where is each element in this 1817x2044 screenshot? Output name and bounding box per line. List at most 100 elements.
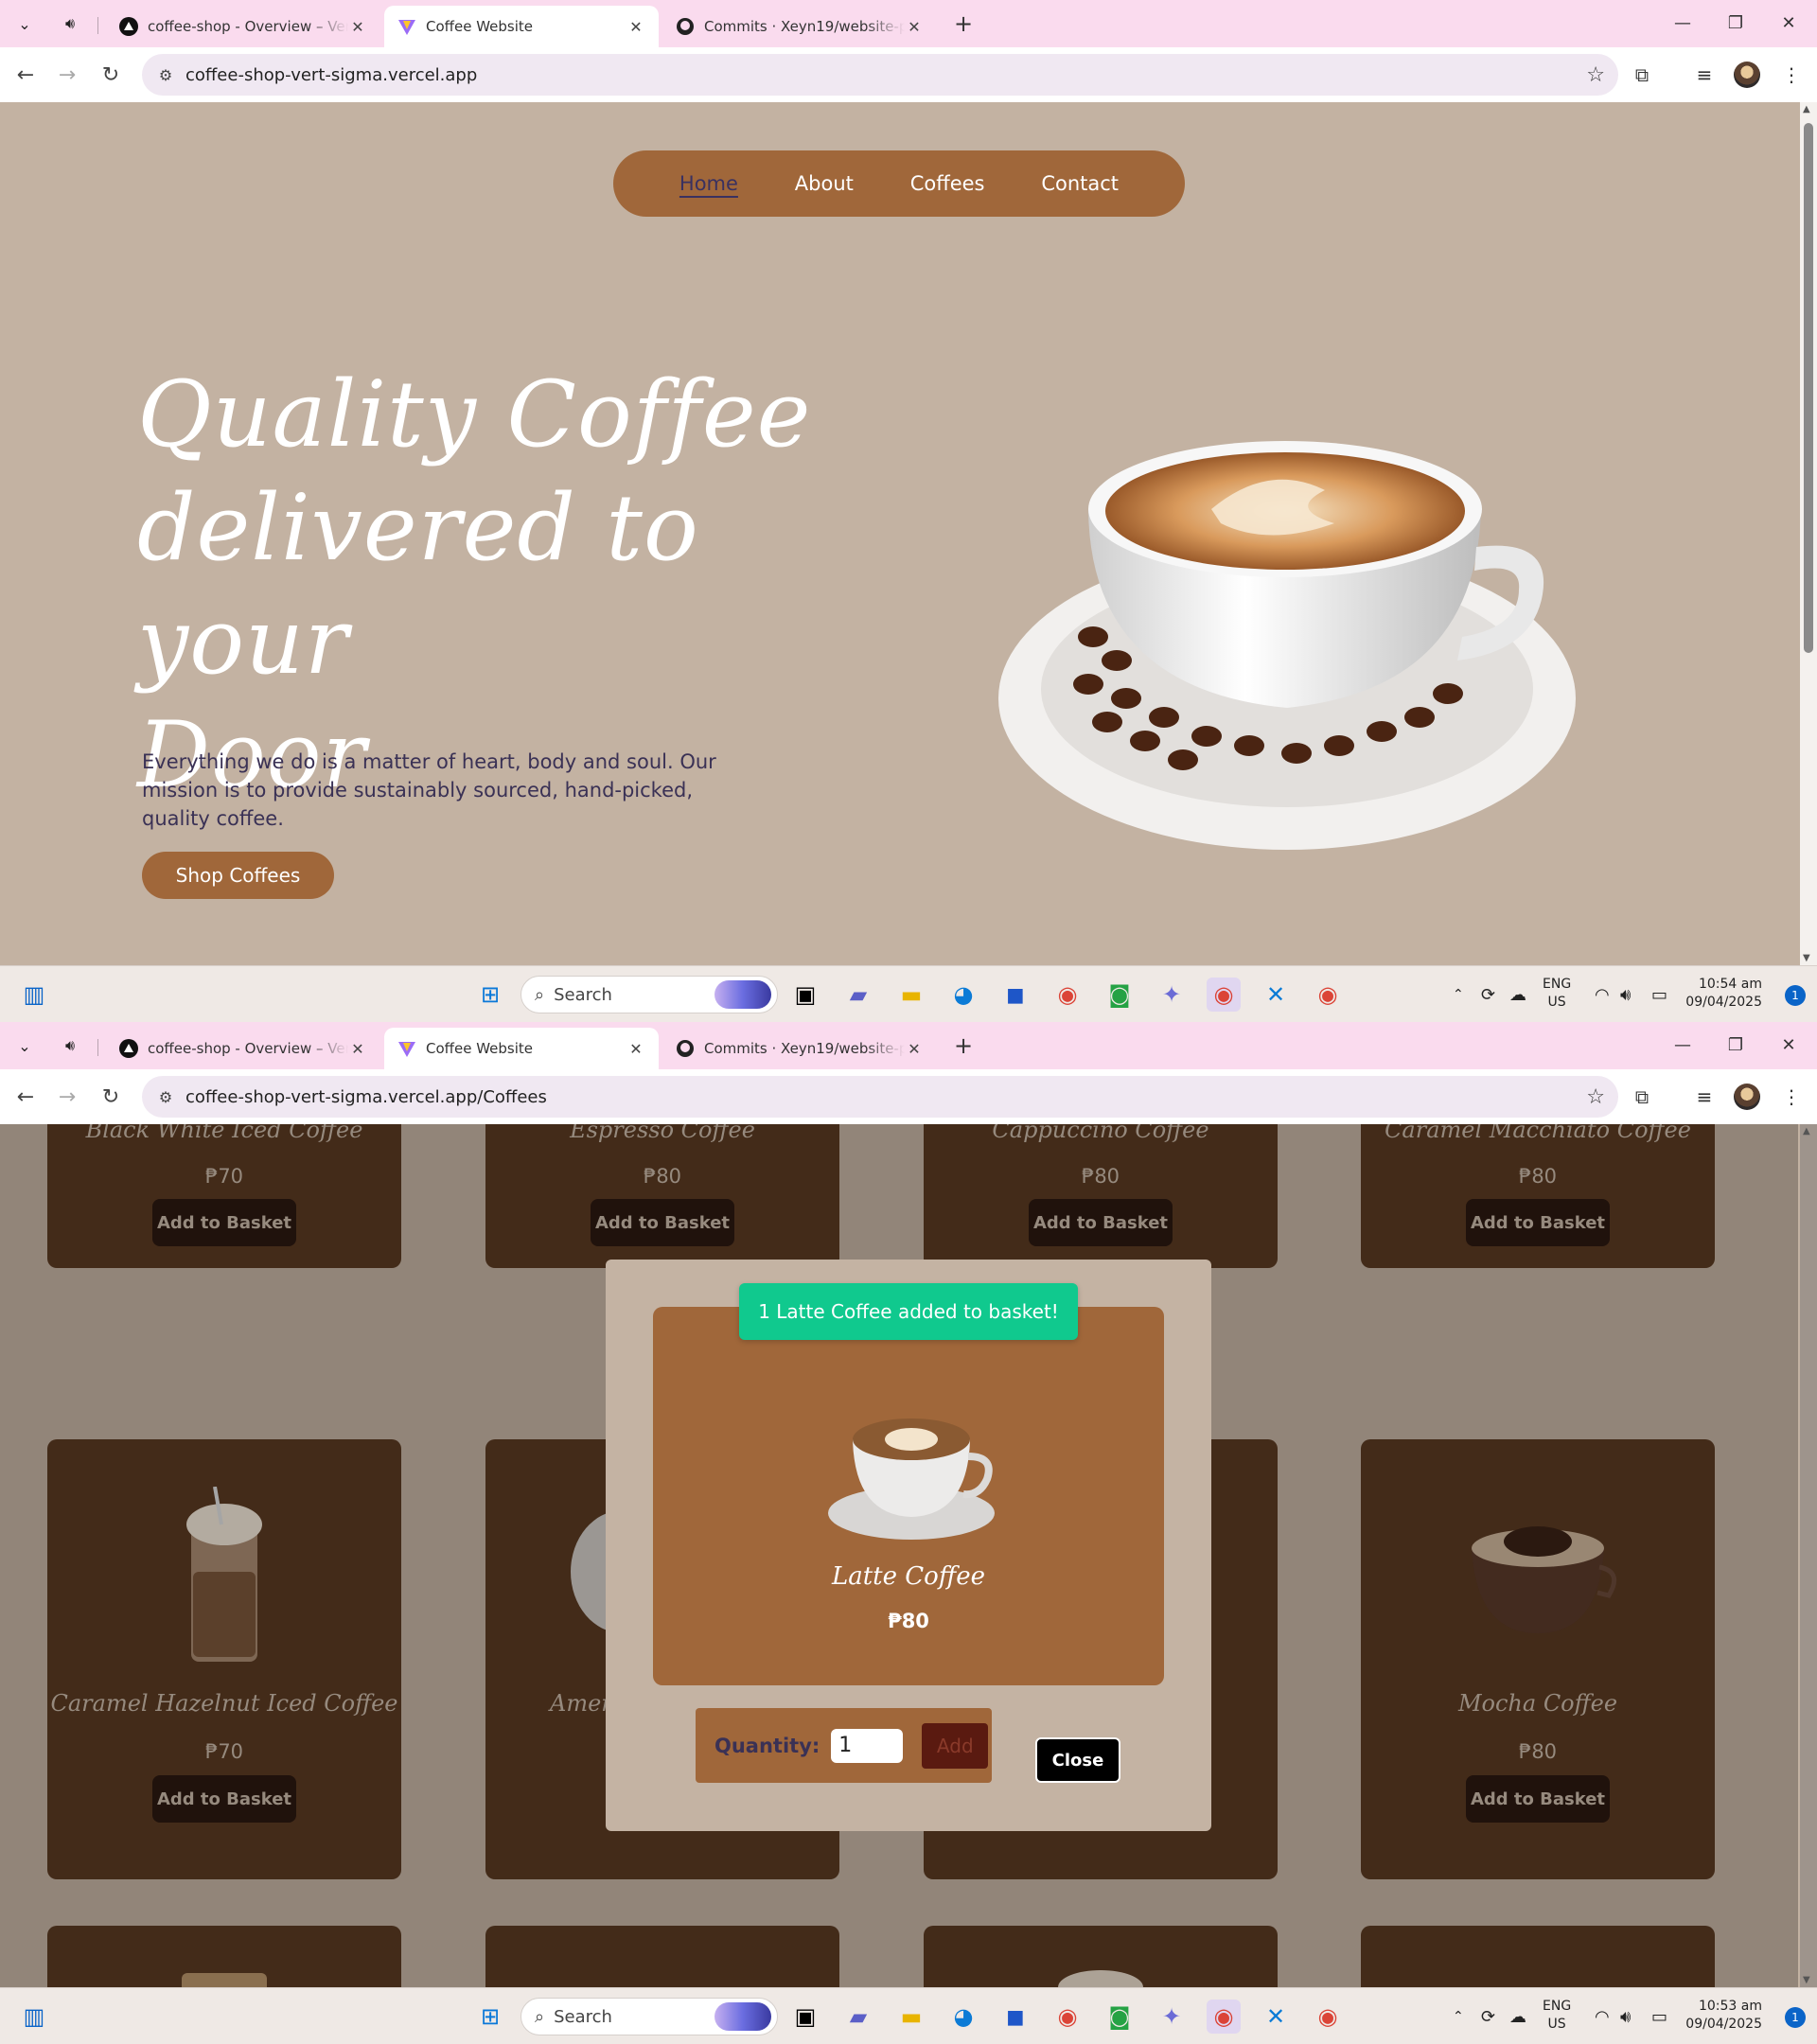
add-to-basket-button[interactable]: Add to Basket bbox=[1466, 1199, 1610, 1246]
page-scrollbar[interactable]: ▲ ▼ bbox=[1800, 102, 1817, 965]
widgets-icon[interactable]: ▥ bbox=[17, 978, 51, 1012]
extensions-icon[interactable]: ⧉ bbox=[1628, 61, 1656, 89]
start-icon[interactable]: ⊞ bbox=[473, 2000, 507, 2034]
shop-coffees-button[interactable]: Shop Coffees bbox=[142, 852, 334, 899]
close-modal-button[interactable]: Close bbox=[1035, 1737, 1120, 1783]
vscode-icon[interactable]: ✕ bbox=[1259, 978, 1293, 1012]
wifi-icon[interactable]: ◠ bbox=[1595, 1988, 1610, 2044]
language-indicator[interactable]: ENG US bbox=[1543, 1998, 1571, 2034]
scroll-down-icon[interactable]: ▼ bbox=[1803, 953, 1810, 963]
site-info-icon[interactable]: ⚙︎ bbox=[153, 1084, 178, 1109]
restore-icon[interactable]: ❐ bbox=[1709, 6, 1762, 40]
chrome-profile-icon[interactable]: ◉ bbox=[1207, 978, 1241, 1012]
whatsapp-icon[interactable]: ◙ bbox=[1103, 2000, 1137, 2034]
task-view-icon[interactable]: ▣ bbox=[788, 978, 822, 1012]
reload-icon[interactable]: ↻ bbox=[97, 61, 125, 89]
chrome-alt-icon[interactable]: ◉ bbox=[1311, 978, 1345, 1012]
cloud-icon[interactable]: ☁ bbox=[1509, 966, 1526, 1022]
menu-icon[interactable]: ⋮ bbox=[1777, 1083, 1806, 1111]
close-window-icon[interactable]: ✕ bbox=[1762, 1028, 1815, 1062]
close-tab-icon[interactable]: ✕ bbox=[905, 1040, 924, 1058]
whatsapp-icon[interactable]: ◙ bbox=[1103, 978, 1137, 1012]
add-to-basket-button[interactable]: Add to Basket bbox=[1029, 1199, 1173, 1246]
tab-vercel[interactable]: coffee-shop - Overview – Vercel ✕ bbox=[106, 1028, 380, 1069]
start-icon[interactable]: ⊞ bbox=[473, 978, 507, 1012]
tab-coffee-website[interactable]: Coffee Website ✕ bbox=[384, 6, 659, 47]
close-tab-icon[interactable]: ✕ bbox=[348, 18, 367, 36]
tab-search-icon[interactable]: ⌄ bbox=[9, 9, 40, 38]
media-icon[interactable]: ≡ bbox=[1690, 61, 1719, 89]
scroll-up-icon[interactable]: ▲ bbox=[1803, 104, 1810, 115]
chat-icon[interactable]: ▰ bbox=[841, 978, 875, 1012]
notification-badge[interactable]: 1 bbox=[1785, 2007, 1806, 2028]
wifi-icon[interactable]: ◠ bbox=[1595, 966, 1610, 1022]
tab-github[interactable]: Commits · Xeyn19/website-portfolio ✕ bbox=[662, 6, 937, 47]
sync-icon[interactable]: ⟳ bbox=[1481, 966, 1495, 1022]
restore-icon[interactable]: ❐ bbox=[1709, 1028, 1762, 1062]
menu-icon[interactable]: ⋮ bbox=[1777, 61, 1806, 89]
add-to-basket-button[interactable]: Add to Basket bbox=[591, 1199, 734, 1246]
back-icon[interactable]: ← bbox=[11, 1083, 40, 1111]
file-explorer-icon[interactable]: ▬ bbox=[894, 2000, 928, 2034]
copilot-icon[interactable]: ✦ bbox=[1155, 2000, 1189, 2034]
chrome-icon[interactable]: ◉ bbox=[1050, 978, 1085, 1012]
minimize-icon[interactable]: — bbox=[1656, 1028, 1709, 1062]
language-indicator[interactable]: ENG US bbox=[1543, 976, 1571, 1012]
audio-icon[interactable]: 🔊︎ bbox=[55, 1031, 85, 1060]
close-tab-icon[interactable]: ✕ bbox=[348, 1040, 367, 1058]
add-button[interactable]: Add bbox=[922, 1722, 989, 1769]
chat-icon[interactable]: ▰ bbox=[841, 2000, 875, 2034]
extensions-icon[interactable]: ⧉ bbox=[1628, 1083, 1656, 1111]
add-to-basket-button[interactable]: Add to Basket bbox=[152, 1775, 296, 1823]
sync-icon[interactable]: ⟳ bbox=[1481, 1988, 1495, 2044]
scroll-thumb[interactable] bbox=[1804, 123, 1813, 653]
battery-icon[interactable]: ▭ bbox=[1651, 966, 1667, 1022]
copilot-icon[interactable]: ✦ bbox=[1155, 978, 1189, 1012]
scroll-up-icon[interactable]: ▲ bbox=[1803, 1126, 1810, 1137]
new-tab-icon[interactable]: + bbox=[949, 9, 978, 38]
tab-vercel[interactable]: coffee-shop - Overview – Vercel ✕ bbox=[106, 6, 380, 47]
tray-overflow-icon[interactable]: ⌃ bbox=[1453, 1988, 1464, 2044]
store-icon[interactable]: ◼ bbox=[998, 978, 1032, 1012]
add-to-basket-button[interactable]: Add to Basket bbox=[1466, 1775, 1610, 1823]
bookmark-star-icon[interactable]: ☆ bbox=[1586, 63, 1605, 87]
back-icon[interactable]: ← bbox=[11, 61, 40, 89]
widgets-icon[interactable]: ▥ bbox=[17, 2000, 51, 2034]
file-explorer-icon[interactable]: ▬ bbox=[894, 978, 928, 1012]
close-window-icon[interactable]: ✕ bbox=[1762, 6, 1815, 40]
clock[interactable]: 10:53 am 09/04/2025 bbox=[1685, 1998, 1762, 2034]
vscode-icon[interactable]: ✕ bbox=[1259, 2000, 1293, 2034]
task-view-icon[interactable]: ▣ bbox=[788, 2000, 822, 2034]
tray-overflow-icon[interactable]: ⌃ bbox=[1453, 966, 1464, 1022]
nav-home[interactable]: Home bbox=[679, 172, 738, 195]
minimize-icon[interactable]: — bbox=[1656, 6, 1709, 40]
profile-avatar[interactable] bbox=[1734, 62, 1760, 88]
media-icon[interactable]: ≡ bbox=[1690, 1083, 1719, 1111]
scroll-down-icon[interactable]: ▼ bbox=[1803, 1975, 1810, 1985]
audio-icon[interactable]: 🔊︎ bbox=[55, 9, 85, 38]
tab-search-icon[interactable]: ⌄ bbox=[9, 1031, 40, 1060]
address-bar[interactable]: ⚙︎ coffee-shop-vert-sigma.vercel.app/Cof… bbox=[142, 1076, 1618, 1118]
tab-coffee-website[interactable]: Coffee Website ✕ bbox=[384, 1028, 659, 1069]
forward-icon[interactable]: → bbox=[53, 1083, 81, 1111]
address-bar[interactable]: ⚙︎ coffee-shop-vert-sigma.vercel.app ☆ bbox=[142, 54, 1618, 96]
battery-icon[interactable]: ▭ bbox=[1651, 1988, 1667, 2044]
store-icon[interactable]: ◼ bbox=[998, 2000, 1032, 2034]
clock[interactable]: 10:54 am 09/04/2025 bbox=[1685, 976, 1762, 1012]
nav-coffees[interactable]: Coffees bbox=[910, 172, 985, 195]
reload-icon[interactable]: ↻ bbox=[97, 1083, 125, 1111]
tab-github[interactable]: Commits · Xeyn19/website-portfolio ✕ bbox=[662, 1028, 937, 1069]
chrome-icon[interactable]: ◉ bbox=[1050, 2000, 1085, 2034]
new-tab-icon[interactable]: + bbox=[949, 1031, 978, 1060]
volume-icon[interactable]: 🔊︎ bbox=[1620, 1988, 1631, 2044]
quantity-input[interactable] bbox=[831, 1728, 904, 1763]
taskbar-search[interactable]: ⌕ Search bbox=[520, 976, 778, 1013]
site-info-icon[interactable]: ⚙︎ bbox=[153, 62, 178, 87]
nav-contact[interactable]: Contact bbox=[1041, 172, 1119, 195]
cloud-icon[interactable]: ☁ bbox=[1509, 1988, 1526, 2044]
forward-icon[interactable]: → bbox=[53, 61, 81, 89]
page-scrollbar[interactable]: ▲ ▼ bbox=[1800, 1124, 1817, 1987]
close-tab-icon[interactable]: ✕ bbox=[626, 18, 645, 36]
notification-badge[interactable]: 1 bbox=[1785, 985, 1806, 1006]
taskbar-search[interactable]: ⌕ Search bbox=[520, 1998, 778, 2035]
